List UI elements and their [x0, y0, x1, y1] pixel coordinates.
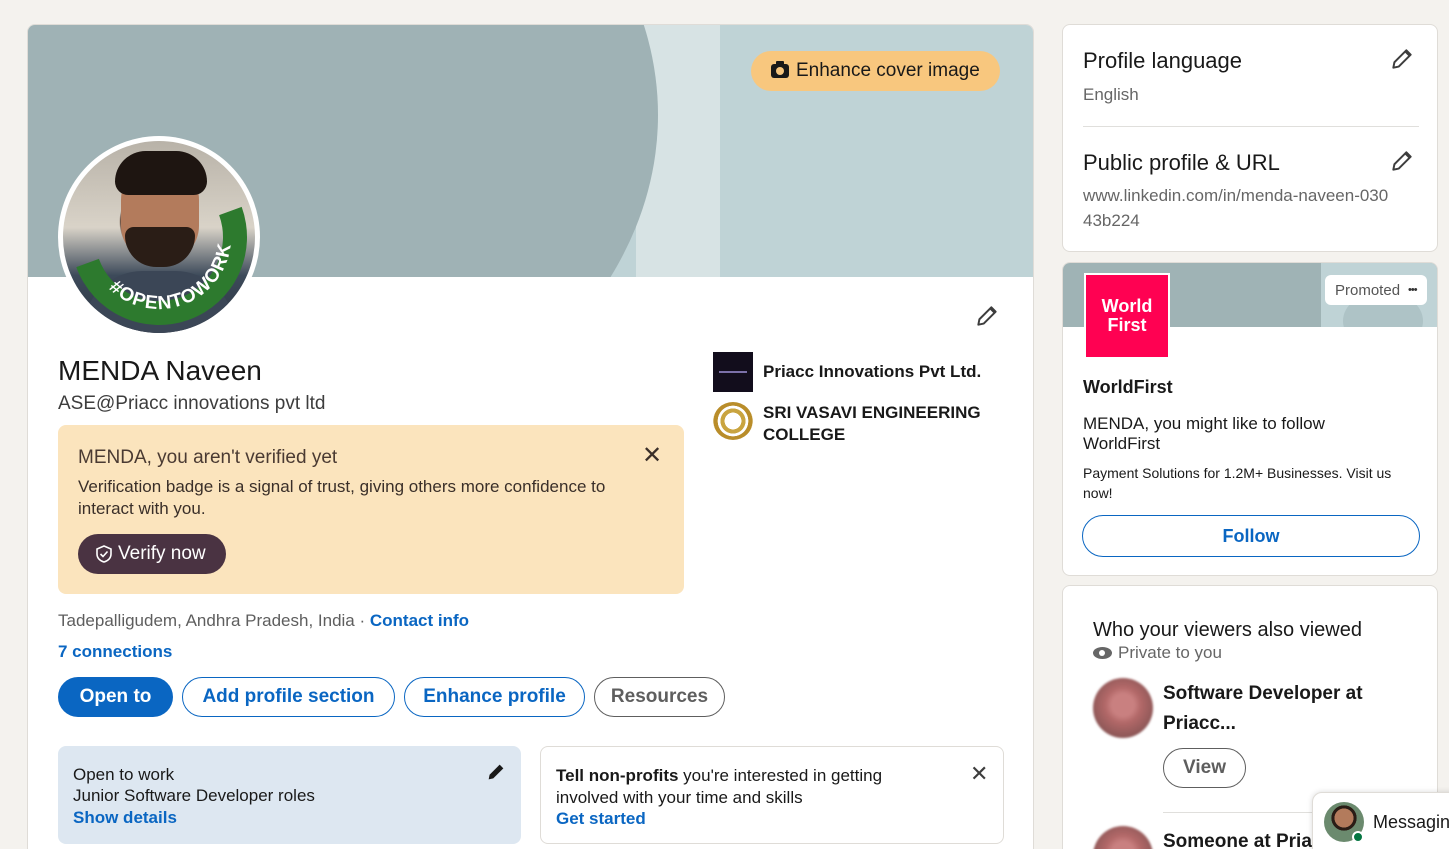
messaging-label: Messaging	[1373, 812, 1449, 832]
experience-company[interactable]: Priacc Innovations Pvt Ltd.	[713, 352, 981, 392]
open-to-work-card: Open to work Junior Software Developer r…	[58, 746, 521, 844]
priacc-logo-icon	[713, 352, 753, 392]
logo-text-2: First	[1107, 315, 1147, 335]
viewers-title: Who your viewers also viewed	[1093, 619, 1362, 641]
enhance-cover-label: Enhance cover image	[796, 60, 980, 81]
otw-title: Open to work	[73, 765, 175, 784]
public-profile-url-title: Public profile & URL	[1083, 150, 1280, 175]
worldfirst-logo[interactable]: World First	[1084, 273, 1170, 359]
more-options-icon[interactable]: •••	[1408, 284, 1418, 296]
divider	[1083, 126, 1419, 127]
profile-headline: ASE@Priacc innovations pvt ltd	[58, 393, 326, 414]
ad-company-name[interactable]: WorldFirst	[1083, 377, 1173, 398]
enhance-profile-button[interactable]: Enhance profile	[404, 677, 585, 717]
profile-language-value: English	[1083, 85, 1139, 104]
viewer-role[interactable]: Software Developer at Priacc...	[1163, 679, 1393, 739]
verify-now-label: Verify now	[118, 543, 206, 564]
edit-intro-pencil-icon[interactable]	[974, 303, 1000, 329]
open-to-work-ring: #OPENTOWORK	[76, 206, 251, 333]
promoted-label: Promoted	[1335, 281, 1401, 299]
avatar[interactable]	[1093, 678, 1153, 738]
edit-language-pencil-icon[interactable]	[1389, 46, 1415, 72]
close-icon[interactable]: ✕	[970, 761, 988, 787]
promoted-badge[interactable]: Promoted •••	[1325, 275, 1427, 305]
verify-now-button[interactable]: Verify now	[78, 534, 226, 574]
profile-language-title: Profile language	[1083, 48, 1243, 73]
privacy-label: Private to you	[1118, 643, 1222, 662]
location-text: Tadepalligudem, Andhra Pradesh, India	[58, 611, 355, 630]
camera-icon	[771, 61, 789, 78]
follow-button[interactable]: Follow	[1082, 515, 1420, 557]
connections-link[interactable]: 7 connections	[58, 642, 172, 662]
profile-card: Enhance cover image #OPENTOWORK MENDA Na…	[27, 24, 1034, 849]
edit-otw-pencil-icon[interactable]	[485, 761, 507, 783]
nonprofit-card: Tell non-profits you're interested in ge…	[540, 746, 1004, 844]
show-details-link[interactable]: Show details	[73, 808, 177, 828]
profile-settings-card: Profile language English Public profile …	[1062, 24, 1438, 252]
eye-icon	[1093, 647, 1112, 659]
shield-check-icon	[96, 545, 112, 563]
get-started-link[interactable]: Get started	[556, 809, 646, 829]
viewer-role[interactable]: Someone at Priacc	[1163, 831, 1333, 849]
verification-title: MENDA, you aren't verified yet	[78, 447, 338, 468]
avatar[interactable]	[1093, 826, 1153, 849]
close-icon[interactable]: ✕	[642, 444, 662, 468]
profile-photo[interactable]: #OPENTOWORK	[58, 136, 260, 338]
location-line: Tadepalligudem, Andhra Pradesh, India · …	[58, 611, 469, 631]
school-name: SRI VASAVI ENGINEERING COLLEGE	[763, 403, 981, 444]
open-to-button[interactable]: Open to	[58, 677, 173, 717]
verification-banner: MENDA, you aren't verified yet Verificat…	[58, 425, 684, 594]
education-school[interactable]: SRI VASAVI ENGINEERING COLLEGE	[713, 402, 1003, 446]
avatar: #OPENTOWORK	[63, 141, 255, 333]
messaging-bar[interactable]: Messaging	[1312, 792, 1449, 849]
profile-name: MENDA Naveen	[58, 355, 262, 386]
online-status-icon	[1352, 831, 1364, 843]
public-profile-url-value: www.linkedin.com/in/menda-naveen-03043b2…	[1083, 186, 1389, 230]
privacy-note: Private to you	[1093, 643, 1222, 663]
company-name: Priacc Innovations Pvt Ltd.	[763, 362, 982, 381]
ad-subtext: Payment Solutions for 1.2M+ Businesses. …	[1083, 465, 1392, 501]
contact-info-link[interactable]: Contact info	[370, 611, 469, 630]
enhance-cover-button[interactable]: Enhance cover image	[751, 51, 1000, 91]
college-logo-icon	[713, 402, 753, 440]
logo-text-1: World	[1101, 296, 1153, 316]
nonprofit-bold: Tell non-profits	[556, 766, 679, 785]
nonprofit-text: Tell non-profits you're interested in ge…	[556, 765, 936, 809]
resources-button[interactable]: Resources	[594, 677, 725, 717]
view-button[interactable]: View	[1163, 748, 1246, 788]
verification-text: Verification badge is a signal of trust,…	[78, 477, 606, 518]
otw-roles: Junior Software Developer roles	[73, 786, 315, 805]
separator: ·	[354, 611, 370, 630]
add-profile-section-button[interactable]: Add profile section	[182, 677, 395, 717]
promoted-ad-card: Promoted ••• World First WorldFirst MEND…	[1062, 262, 1438, 576]
ad-message: MENDA, you might like to follow WorldFir…	[1083, 414, 1325, 453]
edit-url-pencil-icon[interactable]	[1389, 148, 1415, 174]
